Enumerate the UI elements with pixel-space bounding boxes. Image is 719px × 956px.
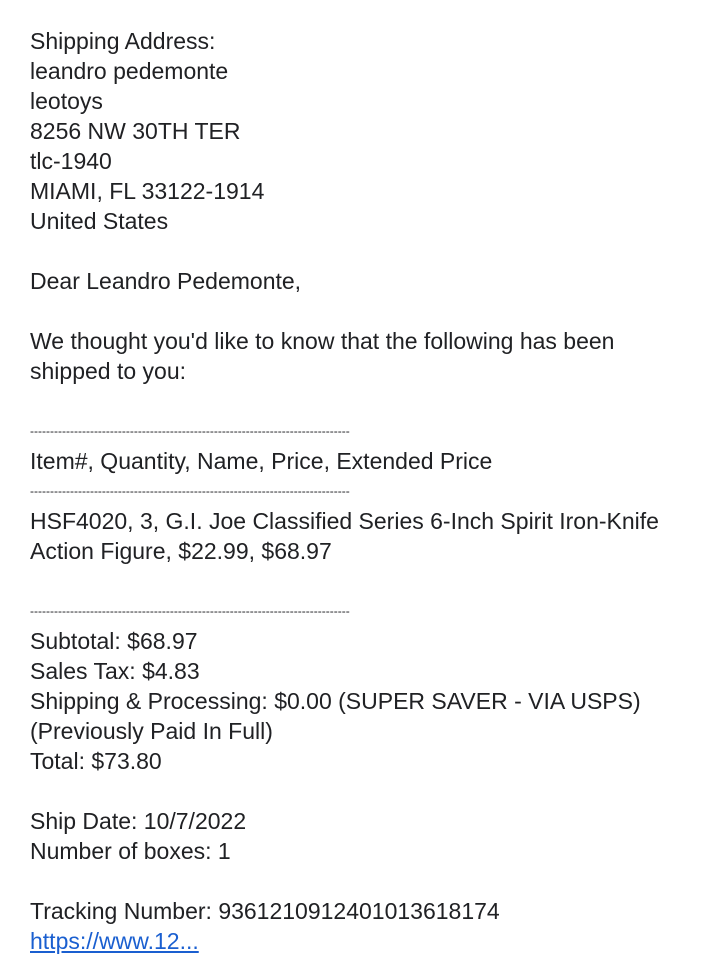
greeting: Dear Leandro Pedemonte, [30,268,302,294]
total: Total: $73.80 [30,748,162,774]
city-state-zip: MIAMI, FL 33122-1914 [30,178,265,204]
intro-text: We thought you'd like to know that the f… [30,328,615,384]
paid-note: (Previously Paid In Full) [30,718,273,744]
country: United States [30,208,169,234]
tracking-link[interactable]: https://www.12... [30,926,700,956]
separator-line: ----------------------------------------… [30,424,350,438]
subtotal: Subtotal: $68.97 [30,628,198,654]
recipient-company: leotoys [30,88,103,114]
address-unit: tlc-1940 [30,148,112,174]
number-of-boxes: Number of boxes: 1 [30,838,231,864]
email-body: Shipping Address: leandro pedemonte leot… [30,26,700,956]
table-header: Item#, Quantity, Name, Price, Extended P… [30,448,493,474]
street-address: 8256 NW 30TH TER [30,118,241,144]
separator-line: ----------------------------------------… [30,484,350,498]
recipient-name: leandro pedemonte [30,58,229,84]
table-row: HSF4020, 3, G.I. Joe Classified Series 6… [30,508,659,564]
shipping-processing: Shipping & Processing: $0.00 (SUPER SAVE… [30,688,641,714]
tracking-number: Tracking Number: 9361210912401013618174 [30,898,500,924]
separator-line: ----------------------------------------… [30,604,350,618]
sales-tax: Sales Tax: $4.83 [30,658,200,684]
ship-date: Ship Date: 10/7/2022 [30,808,247,834]
shipping-address-heading: Shipping Address: [30,28,216,54]
